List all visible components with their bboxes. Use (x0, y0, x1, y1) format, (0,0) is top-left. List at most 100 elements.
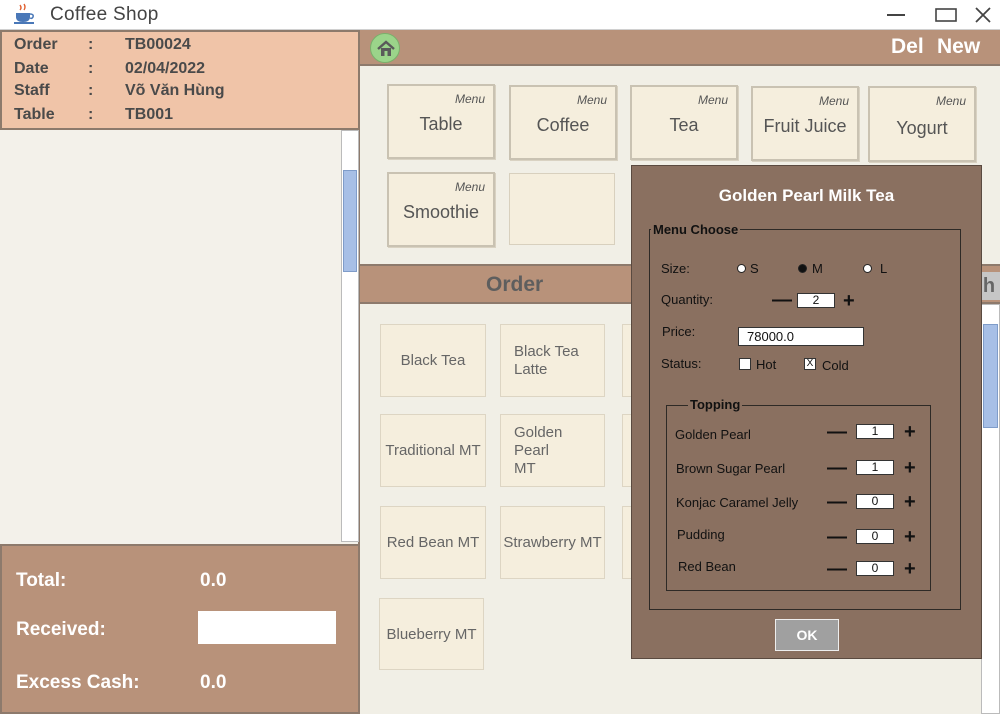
coffee-cup-icon (14, 3, 34, 24)
quantity-increment-button[interactable]: + (843, 291, 855, 311)
menu-tile-label: Smoothie (402, 202, 480, 222)
item-tile[interactable]: Black Tea Latte (500, 324, 605, 397)
order-title: Order (486, 273, 544, 296)
order-info-row: Order : TB00024 (14, 36, 354, 58)
item-options-dialog: Golden Pearl Milk Tea Menu Choose Size: … (631, 165, 982, 659)
topping-qty-field[interactable]: 1 (856, 424, 894, 439)
size-label: Size: (661, 261, 690, 276)
colon: : (88, 36, 94, 53)
topping-decrement-button[interactable]: — (827, 559, 847, 579)
menu-tile-fruit-juice[interactable]: Menu Fruit Juice (751, 86, 859, 161)
scrollbar-thumb[interactable] (343, 170, 357, 272)
close-icon[interactable] (972, 6, 994, 24)
size-m-radio[interactable] (798, 264, 807, 273)
menu-tag: Menu (818, 94, 849, 108)
hot-label: Hot (756, 357, 777, 372)
received-label: Received: (16, 619, 106, 640)
item-label: Red Bean MT (386, 534, 480, 551)
topping-legend: Topping (688, 397, 743, 412)
date-label: Date (14, 60, 49, 77)
price-field[interactable]: 78000.0 (738, 327, 864, 346)
home-icon (377, 40, 395, 56)
menu-tile-label: Tea (669, 115, 699, 135)
home-button[interactable] (370, 33, 400, 63)
size-l-label: L (880, 261, 888, 276)
menu-tile-yogurt[interactable]: Menu Yogurt (868, 86, 976, 162)
topping-decrement-button[interactable]: — (827, 422, 847, 442)
topping-decrement-button[interactable]: — (827, 527, 847, 547)
topping-increment-button[interactable]: + (904, 458, 916, 478)
status-label: Status: (661, 356, 702, 371)
menu-tile-label: Coffee (536, 115, 590, 135)
minimize-icon[interactable] (885, 6, 907, 24)
menu-tag: Menu (576, 93, 607, 107)
table-info-row: Table : TB001 (14, 106, 354, 128)
item-tile[interactable]: Blueberry MT (379, 598, 484, 670)
menu-tile-coffee[interactable]: Menu Coffee (509, 85, 617, 160)
topping-name: Brown Sugar Pearl (676, 461, 786, 476)
topping-qty-field[interactable]: 0 (856, 494, 894, 509)
window-title: Coffee Shop (50, 4, 159, 25)
item-label: Strawberry MT (503, 534, 602, 551)
order-items-list[interactable] (0, 130, 360, 544)
quantity-field[interactable]: 2 (797, 293, 835, 308)
menu-tag: Menu (697, 93, 728, 107)
colon: : (88, 106, 94, 123)
item-label: Blueberry MT (386, 625, 477, 643)
topping-decrement-button[interactable]: — (827, 492, 847, 512)
menu-tile-label: Fruit Juice (763, 116, 847, 136)
menu-tile-table[interactable]: Menu Table (387, 84, 495, 159)
cold-checkbox[interactable]: X (804, 358, 816, 370)
staff-value: Võ Văn Hùng (125, 82, 225, 99)
scrollbar-thumb[interactable] (983, 324, 998, 428)
topping-qty-field[interactable]: 0 (856, 529, 894, 544)
window-titlebar: Coffee Shop (0, 0, 1000, 30)
item-tile[interactable]: Black Tea (380, 324, 486, 397)
excess-cash-value: 0.0 (200, 672, 227, 693)
menu-tag: Menu (454, 180, 485, 194)
price-label: Price: (662, 324, 696, 339)
quantity-decrement-button[interactable]: — (772, 290, 792, 310)
item-label: Black Tea Latte (514, 342, 579, 378)
menu-tile-smoothie[interactable]: Menu Smoothie (387, 172, 495, 247)
item-tile[interactable]: Strawberry MT (500, 506, 605, 579)
topping-name: Pudding (677, 527, 725, 542)
item-tile[interactable]: Red Bean MT (380, 506, 486, 579)
maximize-icon[interactable] (934, 6, 957, 24)
topping-increment-button[interactable]: + (904, 527, 916, 547)
order-list-scrollbar[interactable] (341, 130, 359, 542)
colon: : (88, 82, 94, 99)
date-info-row: Date : 02/04/2022 (14, 60, 354, 82)
menu-tag: Menu (935, 94, 966, 108)
item-tile[interactable]: Golden Pearl MT (500, 414, 605, 487)
topping-qty-field[interactable]: 1 (856, 460, 894, 475)
topping-increment-button[interactable]: + (904, 422, 916, 442)
colon: : (88, 60, 94, 77)
menu-tag: Menu (454, 92, 485, 106)
items-scrollbar[interactable] (981, 304, 1000, 714)
ok-button[interactable]: OK (775, 619, 839, 651)
item-label: Golden Pearl MT (514, 423, 563, 477)
new-button[interactable]: New (937, 35, 980, 59)
topping-decrement-button[interactable]: — (827, 458, 847, 478)
item-tile[interactable]: Traditional MT (380, 414, 486, 487)
topping-name: Konjac Caramel Jelly (676, 495, 799, 510)
size-l-radio[interactable] (863, 264, 872, 273)
topping-increment-button[interactable]: + (904, 559, 916, 579)
size-s-label: S (750, 261, 759, 276)
size-s-radio[interactable] (737, 264, 746, 273)
cold-label: Cold (822, 358, 849, 373)
order-value: TB00024 (125, 36, 191, 53)
del-button[interactable]: Del (891, 35, 924, 59)
topping-increment-button[interactable]: + (904, 492, 916, 512)
menu-tile-tea[interactable]: Menu Tea (630, 85, 738, 160)
topping-qty-field[interactable]: 0 (856, 561, 894, 576)
received-input[interactable]: 0.0 (198, 611, 336, 644)
hot-checkbox[interactable] (739, 358, 751, 370)
menu-tile-empty[interactable] (509, 173, 615, 245)
menu-tile-label: Yogurt (896, 118, 948, 138)
menu-choose-legend: Menu Choose (651, 222, 741, 237)
order-label: Order (14, 36, 58, 53)
staff-info-row: Staff : Võ Văn Hùng (14, 82, 354, 104)
topping-name: Golden Pearl (675, 427, 751, 442)
